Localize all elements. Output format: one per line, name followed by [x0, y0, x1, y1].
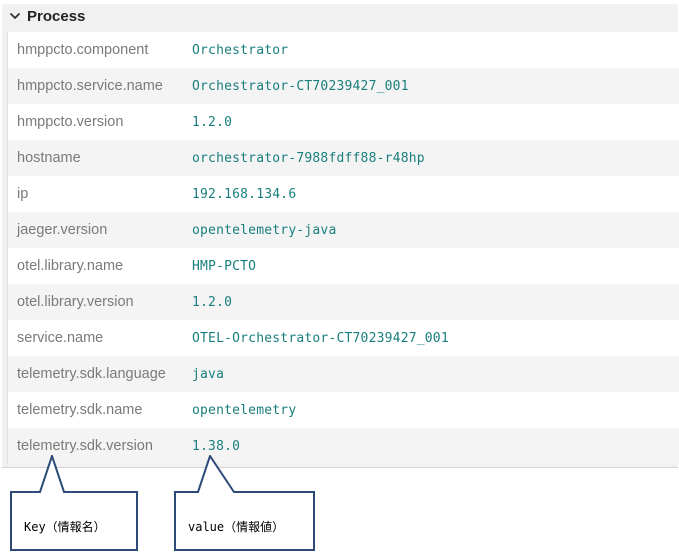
- tag-value[interactable]: opentelemetry-java: [192, 223, 336, 238]
- section-title: Process: [27, 8, 86, 25]
- table-row[interactable]: hostname orchestrator-7988fdff88-r48hp: [8, 140, 679, 176]
- chevron-down-icon[interactable]: [10, 11, 20, 21]
- tag-key: otel.library.name: [17, 258, 124, 274]
- tag-key: hostname: [17, 150, 81, 166]
- tag-key: service.name: [17, 330, 104, 346]
- tag-value[interactable]: 1.2.0: [192, 295, 232, 310]
- tag-value[interactable]: Orchestrator-CT70239427_001: [192, 79, 409, 94]
- tag-key: hmppcto.version: [17, 114, 124, 130]
- value-callout-label: value（情報値）: [188, 520, 285, 534]
- tag-value[interactable]: HMP-PCTO: [192, 259, 256, 274]
- table-row[interactable]: ip 192.168.134.6: [8, 176, 679, 212]
- tag-key: hmppcto.service.name: [17, 78, 163, 94]
- process-section-header[interactable]: Process: [2, 4, 678, 30]
- tag-key: ip: [17, 186, 29, 202]
- process-tags-table: hmppcto.component Orchestrator hmppcto.ser…: [7, 32, 679, 464]
- tag-key: otel.library.version: [17, 294, 134, 310]
- table-row[interactable]: jaeger.version opentelemetry-java: [8, 212, 679, 248]
- tag-value[interactable]: java: [192, 367, 224, 382]
- table-row[interactable]: otel.library.version 1.2.0: [8, 284, 679, 320]
- tag-value[interactable]: opentelemetry: [192, 403, 296, 418]
- table-row[interactable]: telemetry.sdk.language java: [8, 356, 679, 392]
- tag-value[interactable]: 192.168.134.6: [192, 187, 296, 202]
- tag-key: hmppcto.component: [17, 42, 149, 58]
- tag-value[interactable]: Orchestrator: [192, 43, 288, 58]
- annotation-callouts: [10, 455, 315, 551]
- table-row[interactable]: hmppcto.component Orchestrator: [8, 32, 679, 68]
- page: Process hmppcto.component Orchestrator hmp…: [0, 0, 679, 552]
- key-callout-shape: [10, 455, 138, 551]
- tag-key: jaeger.version: [17, 222, 108, 238]
- table-row[interactable]: hmppcto.service.name Orchestrator-CT70239…: [8, 68, 679, 104]
- tag-key: telemetry.sdk.name: [17, 402, 143, 418]
- value-callout-shape: [174, 455, 315, 551]
- key-callout-label: Key（情報名）: [24, 520, 106, 534]
- tag-value[interactable]: orchestrator-7988fdff88-r48hp: [192, 151, 425, 166]
- table-row[interactable]: hmppcto.version 1.2.0: [8, 104, 679, 140]
- process-panel: Process hmppcto.component Orchestrator hmp…: [2, 4, 679, 468]
- tag-value[interactable]: 1.2.0: [192, 115, 232, 130]
- tag-value[interactable]: OTEL-Orchestrator-CT70239427_001: [192, 331, 449, 346]
- tag-key: telemetry.sdk.language: [17, 366, 166, 382]
- tag-key: telemetry.sdk.version: [17, 438, 153, 454]
- table-row[interactable]: otel.library.name HMP-PCTO: [8, 248, 679, 284]
- table-row[interactable]: service.name OTEL-Orchestrator-CT70239427…: [8, 320, 679, 356]
- table-row[interactable]: telemetry.sdk.name opentelemetry: [8, 392, 679, 428]
- tag-value[interactable]: 1.38.0: [192, 439, 240, 454]
